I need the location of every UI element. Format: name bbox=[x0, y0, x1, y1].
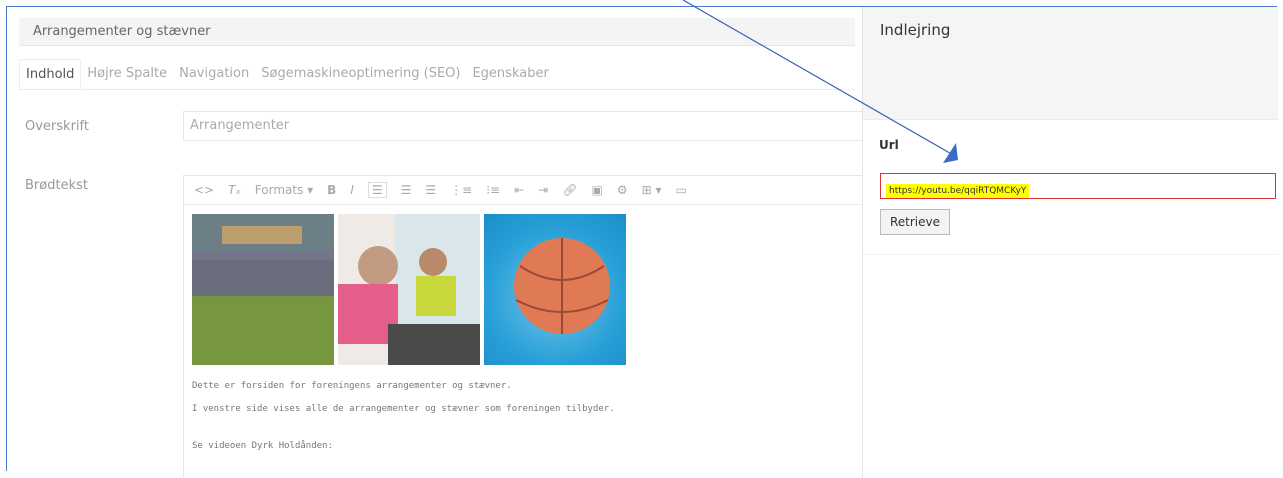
embed-panel: Indlejring Url https://youtu.be/qqiRTQMC… bbox=[862, 7, 1278, 471]
tab-seo[interactable]: Søgemaskineoptimering (SEO) bbox=[255, 59, 466, 89]
url-value: https://youtu.be/qqiRTQMCKyY bbox=[886, 184, 1030, 198]
body-label: Brødtekst bbox=[25, 178, 88, 193]
editor-toolbar: <> Tₓ Formats ▾ B I ☰ ☰ ☰ ⋮≡ ⁝≡ ⇤ ⇥ 🔗︎ ▣… bbox=[184, 176, 862, 205]
align-center-icon[interactable]: ☰ bbox=[401, 183, 412, 197]
tab-egenskaber[interactable]: Egenskaber bbox=[466, 59, 554, 89]
rich-text-editor[interactable]: <> Tₓ Formats ▾ B I ☰ ☰ ☰ ⋮≡ ⁝≡ ⇤ ⇥ 🔗︎ ▣… bbox=[183, 175, 863, 478]
bullet-list-icon[interactable]: ⋮≡ bbox=[450, 183, 472, 197]
indent-icon[interactable]: ⇥ bbox=[538, 183, 548, 197]
paragraph-3: Se videoen Dyrk Holdånden: bbox=[192, 441, 333, 451]
panel-divider bbox=[863, 254, 1278, 255]
image-icon[interactable]: ▣ bbox=[591, 183, 602, 197]
italic-button[interactable]: I bbox=[350, 183, 354, 197]
paragraph-1: Dette er forsiden for foreningens arrang… bbox=[192, 381, 512, 391]
spinning-image bbox=[338, 214, 480, 365]
page-title: Arrangementer og stævner bbox=[19, 18, 855, 46]
outdent-icon[interactable]: ⇤ bbox=[514, 183, 524, 197]
url-input[interactable]: https://youtu.be/qqiRTQMCKyY bbox=[880, 173, 1276, 199]
align-right-icon[interactable]: ☰ bbox=[425, 183, 436, 197]
editor-tabs: Indhold Højre Spalte Navigation Søgemask… bbox=[19, 59, 555, 89]
panel-title: Indlejring bbox=[880, 21, 951, 39]
content-editor: Arrangementer og stævner Indhold Højre S… bbox=[7, 7, 863, 478]
link-icon[interactable]: 🔗︎ bbox=[562, 183, 577, 197]
align-left-icon[interactable]: ☰ bbox=[367, 182, 387, 198]
macro-icon[interactable]: ⚙ bbox=[617, 183, 628, 197]
table-icon[interactable]: ⊞ ▾ bbox=[642, 183, 662, 197]
retrieve-button[interactable]: Retrieve bbox=[880, 209, 950, 235]
bold-button[interactable]: B bbox=[327, 183, 336, 197]
heading-input[interactable]: Arrangementer bbox=[183, 111, 863, 141]
race-start-image bbox=[192, 214, 334, 365]
image-row bbox=[192, 214, 626, 365]
heading-label: Overskrift bbox=[25, 119, 89, 134]
tabs-divider bbox=[19, 89, 855, 90]
numbered-list-icon[interactable]: ⁝≡ bbox=[486, 183, 500, 197]
volleyball-image bbox=[484, 214, 626, 365]
source-code-icon[interactable]: <> bbox=[194, 183, 214, 197]
formats-dropdown[interactable]: Formats ▾ bbox=[255, 183, 313, 197]
tab-navigation[interactable]: Navigation bbox=[173, 59, 255, 89]
url-label: Url bbox=[879, 138, 899, 152]
tab-hoejre-spalte[interactable]: Højre Spalte bbox=[81, 59, 173, 89]
clear-format-icon[interactable]: Tₓ bbox=[228, 183, 241, 197]
paragraph-2: I venstre side vises alle de arrangement… bbox=[192, 404, 615, 414]
tab-indhold[interactable]: Indhold bbox=[19, 59, 82, 89]
embed-icon[interactable]: ▭ bbox=[675, 183, 686, 197]
